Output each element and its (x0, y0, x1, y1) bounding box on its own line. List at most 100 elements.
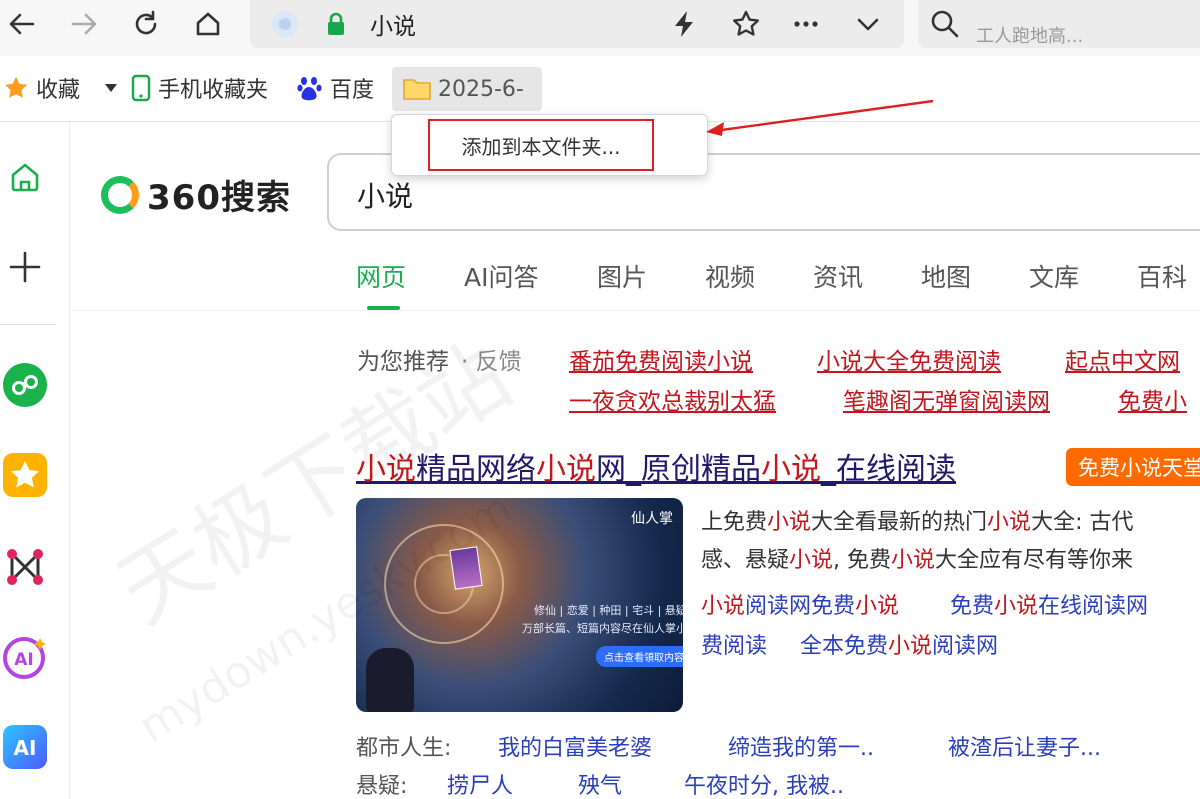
chevron-down-icon (857, 18, 879, 31)
tab-library[interactable]: 文库 (1029, 258, 1079, 294)
tab-map[interactable]: 地图 (921, 258, 971, 294)
tab-encyclopedia[interactable]: 百科 (1137, 258, 1187, 294)
search-hint: 工人跑地高... (976, 26, 1084, 47)
keyword-highlight: 小说 (987, 510, 1032, 535)
add-to-folder-menu-item[interactable]: 添加到本文件夹... (428, 119, 654, 171)
category-label: 悬疑: (356, 774, 408, 799)
thumb-cta-button[interactable]: 点击查看領取内容 (596, 646, 683, 667)
recommend-link[interactable]: 免费小 (1118, 382, 1187, 416)
result-title-link[interactable]: 小说精品网络小说网_原创精品小说_在线阅读 (356, 444, 956, 488)
keyword-highlight: 小说 (701, 594, 746, 619)
bookmark-mobile[interactable]: 手机收藏夹 (130, 70, 268, 106)
reload-icon (135, 10, 157, 35)
bookmark-folder-2025-6[interactable]: 2025-6- (392, 67, 542, 111)
accelerate-button[interactable] (664, 4, 704, 44)
sub-result-link[interactable]: 全本免费小说阅读网 (800, 628, 998, 660)
result-thumbnail[interactable]: 仙人掌 修仙 | 恋爱 | 种田 | 宅斗 | 悬疑 万部长篇、短篇内容尽在仙人… (356, 498, 683, 712)
bookmark-menu-toggle[interactable] (104, 70, 118, 106)
recommend-link[interactable]: 一夜贪欢总裁别太猛 (569, 382, 776, 416)
sidebar-graph-app[interactable] (2, 544, 48, 590)
lightning-icon (675, 11, 693, 37)
search-tabs: 网页 AI问答 图片 视频 资讯 地图 文库 百科 (356, 258, 1200, 312)
sub-result-link[interactable]: 费阅读 (701, 628, 767, 660)
search-query[interactable]: 小说 (357, 175, 413, 215)
sub-result-link[interactable]: 免费小说在线阅读网 (950, 588, 1148, 620)
result-badge[interactable]: 免费小说天堂 (1066, 448, 1200, 486)
address-bar[interactable]: 小说 (250, 0, 904, 48)
feedback-link[interactable]: · 反馈 (461, 342, 522, 376)
category-link[interactable]: 午夜时分, 我被.. (684, 768, 844, 799)
keyword-highlight: 小说 (888, 634, 933, 659)
lock-icon[interactable] (326, 12, 346, 40)
tab-web[interactable]: 网页 (356, 258, 406, 294)
category-link[interactable]: 被渣后让妻子... (948, 730, 1101, 762)
link-text: 阅读网 (932, 634, 999, 659)
recommend-link[interactable]: 笔趣阁无弹窗阅读网 (843, 382, 1050, 416)
title-text: 精品网络 (416, 452, 536, 487)
desc-text: 感、悬疑 (701, 548, 790, 573)
category-link[interactable]: 捞尸人 (447, 768, 513, 799)
keyword-highlight: 小说 (767, 510, 812, 535)
address-text[interactable]: 小说 (370, 7, 416, 41)
link-text: 在线阅读网 (1038, 594, 1149, 619)
tab-news[interactable]: 资讯 (813, 258, 863, 294)
tab-images[interactable]: 图片 (597, 258, 647, 294)
dropdown-button[interactable] (848, 4, 888, 44)
sub-result-link[interactable]: 小说阅读网免费小说 (701, 588, 899, 620)
back-button[interactable] (2, 4, 42, 44)
thumb-brand: 仙人掌 (631, 511, 673, 527)
recommend-link[interactable]: 起点中文网 (1065, 342, 1180, 376)
site-identity-icon[interactable] (272, 11, 298, 37)
bookmark-favorites[interactable]: 收藏 (2, 70, 80, 106)
keyword-highlight: 小说 (356, 452, 416, 487)
home-icon (196, 12, 220, 36)
keyword-highlight: 小说 (994, 594, 1039, 619)
sidebar-home[interactable] (2, 154, 48, 200)
annotation-arrow-icon (706, 99, 934, 136)
tab-video[interactable]: 视频 (705, 258, 755, 294)
home-button[interactable] (188, 4, 228, 44)
desc-text: , 免费 (833, 548, 892, 573)
folder-context-menu: 添加到本文件夹... (391, 114, 708, 176)
recommend-link[interactable]: 小说大全免费阅读 (817, 342, 1001, 376)
left-sidebar: AI AI (0, 122, 70, 799)
forward-button[interactable] (64, 4, 104, 44)
logo-text: 360搜索 (147, 178, 291, 218)
bookmarks-bar: 收藏 手机收藏夹 百度 2025-6- (0, 56, 1200, 122)
sidebar-divider (0, 324, 56, 325)
ai-assistant-icon: AI (3, 637, 46, 679)
thumb-tags: 修仙 | 恋爱 | 种田 | 宅斗 | 悬疑 (534, 604, 683, 617)
keyword-highlight: 小说 (789, 548, 834, 573)
category-link[interactable]: 殃气 (578, 768, 622, 799)
favorite-button[interactable] (726, 4, 766, 44)
tab-ai-qa[interactable]: AI问答 (464, 258, 538, 294)
favorites-star-icon (3, 453, 47, 497)
recommend-link[interactable]: 番茄免费阅读小说 (569, 342, 753, 376)
mini-program-icon (3, 363, 47, 407)
keyword-highlight: 小说 (761, 452, 821, 487)
caret-down-icon (105, 84, 117, 92)
baidu-paw-icon (296, 74, 324, 102)
link-text: 费阅读 (701, 634, 768, 659)
sidebar-ai-assistant[interactable]: AI (2, 634, 48, 680)
back-arrow-icon (9, 13, 35, 35)
category-label: 都市人生: (356, 736, 452, 761)
reload-button[interactable] (126, 4, 166, 44)
sidebar-add[interactable] (2, 244, 48, 290)
sidebar-favorites[interactable] (2, 452, 48, 498)
thumb-figure (366, 648, 414, 712)
bookmark-baidu[interactable]: 百度 (296, 70, 374, 106)
toolbar-search-box[interactable]: 工人跑地高... (918, 0, 1200, 48)
category-link[interactable]: 缔造我的第一.. (728, 730, 874, 762)
sidebar-ai-app[interactable]: AI (2, 724, 48, 770)
title-text: _在线阅读 (821, 452, 956, 487)
active-tab-indicator (367, 306, 400, 310)
home-icon (11, 163, 39, 192)
search-logo[interactable]: 360搜索 (101, 170, 291, 219)
more-button[interactable] (786, 4, 826, 44)
category-link[interactable]: 我的白富美老婆 (498, 730, 652, 762)
keyword-highlight: 小说 (891, 548, 936, 573)
link-text: 阅读网免费 (745, 594, 856, 619)
desc-text: 大全应有尽有等你来 (935, 548, 1134, 573)
sidebar-mini-program[interactable] (2, 362, 48, 408)
